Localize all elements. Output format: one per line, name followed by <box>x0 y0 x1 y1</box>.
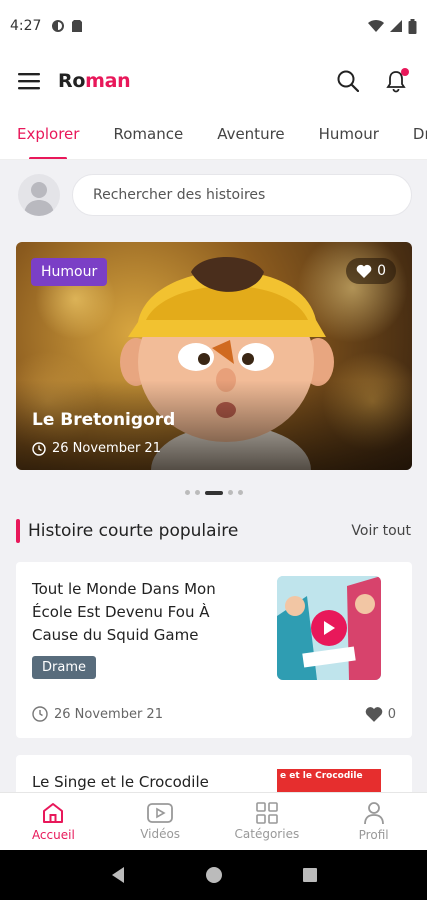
tab-drame[interactable]: Dr <box>413 110 427 159</box>
app-logo: Roman <box>58 70 131 92</box>
app-bar: Roman <box>0 52 427 110</box>
tab-explorer[interactable]: Explorer <box>17 110 79 159</box>
carousel-dot[interactable] <box>237 490 243 495</box>
play-icon <box>324 621 335 635</box>
heart-icon <box>356 264 372 278</box>
notifications-button[interactable] <box>385 68 409 93</box>
tab-humour[interactable]: Humour <box>319 110 379 159</box>
play-button[interactable] <box>311 610 347 646</box>
story-like-button[interactable]: 0 <box>365 706 396 722</box>
story-tag[interactable]: Drame <box>32 656 96 679</box>
featured-story-card[interactable]: Humour 0 Le Bretonigord 26 November 21 <box>16 242 412 470</box>
status-bar: 4:27 <box>0 0 427 52</box>
see-all-link[interactable]: Voir tout <box>351 523 411 539</box>
carousel-dot-active[interactable] <box>204 490 223 495</box>
video-icon <box>147 803 174 823</box>
thumbnail-caption: e et le Crocodile <box>280 771 363 781</box>
clock-icon <box>32 706 48 722</box>
nav-videos[interactable]: Vidéos <box>107 793 214 850</box>
search-icon[interactable] <box>337 70 359 92</box>
user-placeholder-icon <box>24 182 54 216</box>
carousel-indicator <box>0 490 427 495</box>
avatar[interactable] <box>18 174 60 216</box>
category-tabs: Explorer Romance Aventure Humour Dr <box>0 110 427 160</box>
story-title: Le Singe et le Crocodile <box>32 773 209 791</box>
signal-icon <box>390 20 402 32</box>
story-thumbnail[interactable] <box>277 576 381 680</box>
heart-icon <box>365 707 382 722</box>
like-count: 0 <box>377 263 386 279</box>
story-card[interactable]: Tout le Monde Dans Mon École Est Devenu … <box>16 562 412 738</box>
section-title: Histoire courte populaire <box>28 521 239 541</box>
recents-icon[interactable] <box>302 867 318 883</box>
grid-icon <box>256 802 278 824</box>
carousel-dot[interactable] <box>184 490 190 495</box>
section-header: Histoire courte populaire Voir tout <box>16 518 411 544</box>
back-icon[interactable] <box>110 866 126 884</box>
story-title: Tout le Monde Dans Mon École Est Devenu … <box>32 580 216 644</box>
status-time: 4:27 <box>10 18 42 34</box>
story-date: 26 November 21 <box>32 706 163 722</box>
nav-categories[interactable]: Catégories <box>214 793 321 850</box>
bottom-navigation: Accueil Vidéos Catégories Profil <box>0 792 427 850</box>
system-navigation-bar <box>0 850 427 900</box>
nav-accueil[interactable]: Accueil <box>0 793 107 850</box>
profile-icon <box>363 802 384 825</box>
carousel-dot[interactable] <box>227 490 233 495</box>
featured-date: 26 November 21 <box>32 441 161 456</box>
menu-icon[interactable] <box>18 72 40 90</box>
wifi-icon <box>368 19 384 32</box>
notification-dot <box>401 68 409 76</box>
home-icon <box>43 803 64 823</box>
home-button-icon[interactable] <box>205 866 223 884</box>
tab-romance[interactable]: Romance <box>113 110 183 159</box>
search-input[interactable]: Rechercher des histoires <box>72 174 412 216</box>
search-row: Rechercher des histoires <box>18 174 412 216</box>
app-notification-icon <box>52 20 65 32</box>
category-badge[interactable]: Humour <box>31 258 108 286</box>
nav-profil[interactable]: Profil <box>320 793 427 850</box>
section-accent-bar <box>16 519 20 543</box>
sim-card-icon <box>72 20 83 32</box>
clock-icon <box>32 441 46 456</box>
carousel-dot[interactable] <box>194 490 200 495</box>
featured-title: Le Bretonigord <box>32 410 176 430</box>
like-button[interactable]: 0 <box>346 258 396 284</box>
tab-aventure[interactable]: Aventure <box>217 110 284 159</box>
battery-icon <box>408 18 417 34</box>
